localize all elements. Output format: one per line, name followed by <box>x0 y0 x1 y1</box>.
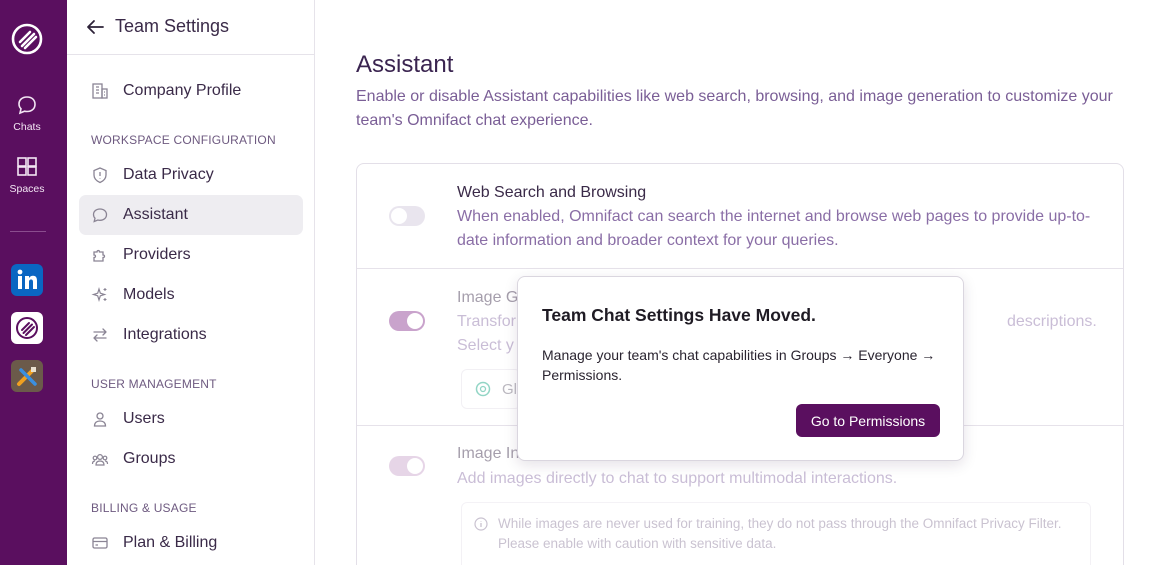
web-search-toggle[interactable] <box>389 206 425 226</box>
sparkles-icon <box>91 286 107 303</box>
app-rail: Chats Spaces <box>0 0 67 565</box>
openai-icon <box>475 381 491 397</box>
sidebar-title: Team Settings <box>115 16 230 36</box>
popover-body: Manage your team's chat capabilities in … <box>542 347 936 383</box>
section-label-billing: BILLING & USAGE <box>91 501 197 515</box>
user-icon <box>93 412 107 427</box>
page-title: Assistant <box>356 51 454 78</box>
popover-title: Team Chat Settings Have Moved. <box>542 305 816 325</box>
grid-icon <box>17 157 37 176</box>
sidebar-item-label: Plan & Billing <box>123 534 218 551</box>
arrows-exchange-icon <box>93 328 107 342</box>
section-label-user-management: USER MANAGEMENT <box>91 377 217 391</box>
sidebar-item-integrations[interactable]: Integrations <box>79 315 303 355</box>
linkedin-icon[interactable] <box>11 264 43 296</box>
omnifact-app-icon[interactable] <box>11 312 43 344</box>
privacy-note-text: While images are never used for training… <box>498 516 1062 551</box>
rail-spaces-label: Spaces <box>9 183 45 195</box>
sidebar-item-groups[interactable]: Groups <box>79 439 303 479</box>
settings-sidebar: Team Settings Company Profile WORKSPACE … <box>67 0 315 565</box>
option-desc-web-search: When enabled, Omnifact can search the in… <box>457 208 1091 249</box>
image-generation-toggle[interactable] <box>389 311 425 331</box>
shield-icon <box>93 167 107 184</box>
privacy-note: While images are never used for training… <box>461 502 1091 565</box>
rail-divider <box>10 231 46 232</box>
chat-bubble-icon <box>18 96 36 115</box>
building-icon <box>92 83 108 99</box>
option-desc-image-input: Add images directly to chat to support m… <box>457 470 898 487</box>
back-arrow-icon[interactable] <box>84 16 106 38</box>
sidebar-item-label: Company Profile <box>123 82 242 99</box>
settings-moved-popover: Team Chat Settings Have Moved. Manage yo… <box>517 276 964 461</box>
option-desc-image-generation-end: descriptions. <box>1007 313 1097 330</box>
sidebar-item-label: Groups <box>123 450 176 467</box>
rail-spaces[interactable]: Spaces <box>0 156 54 195</box>
sidebar-item-data-privacy[interactable]: Data Privacy <box>79 155 303 195</box>
section-label-workspace: WORKSPACE CONFIGURATION <box>91 133 276 147</box>
option-title-image-generation: Image G <box>457 289 519 306</box>
sidebar-item-label: Providers <box>123 246 191 263</box>
sidebar-item-company-profile[interactable]: Company Profile <box>79 71 303 111</box>
sidebar-item-label: Data Privacy <box>123 166 214 183</box>
sidebar-item-label: Users <box>123 410 165 427</box>
users-group-icon <box>91 453 109 466</box>
rail-chats[interactable]: Chats <box>0 94 54 133</box>
sidebar-item-label: Models <box>123 286 175 303</box>
sidebar-item-assistant[interactable]: Assistant <box>79 195 303 235</box>
sidebar-item-users[interactable]: Users <box>79 399 303 439</box>
sidebar-item-label: Assistant <box>123 206 188 223</box>
image-input-toggle[interactable] <box>389 456 425 476</box>
sidebar-item-plan-billing[interactable]: Plan & Billing <box>79 523 303 563</box>
info-icon <box>474 517 488 531</box>
rail-chats-label: Chats <box>13 121 41 133</box>
page-description: Enable or disable Assistant capabilities… <box>356 88 1113 129</box>
option-title-image-input: Image In <box>457 445 520 462</box>
model-chip[interactable]: Gl <box>461 369 521 409</box>
puzzle-icon <box>93 249 106 262</box>
sidebar-item-providers[interactable]: Providers <box>79 235 303 275</box>
sidebar-item-models[interactable]: Models <box>79 275 303 315</box>
option-title-web-search: Web Search and Browsing <box>457 184 647 201</box>
go-to-permissions-button[interactable]: Go to Permissions <box>796 404 940 437</box>
sidebar-header: Team Settings <box>67 0 314 55</box>
model-chip-label: Gl <box>502 381 517 398</box>
row-divider <box>357 268 1123 269</box>
omnifact-logo-icon[interactable] <box>10 22 44 56</box>
sidebar-item-label: Integrations <box>123 326 207 343</box>
tools-app-icon[interactable] <box>11 360 43 392</box>
credit-card-icon <box>92 537 108 549</box>
chat-bubble-icon <box>92 208 108 223</box>
